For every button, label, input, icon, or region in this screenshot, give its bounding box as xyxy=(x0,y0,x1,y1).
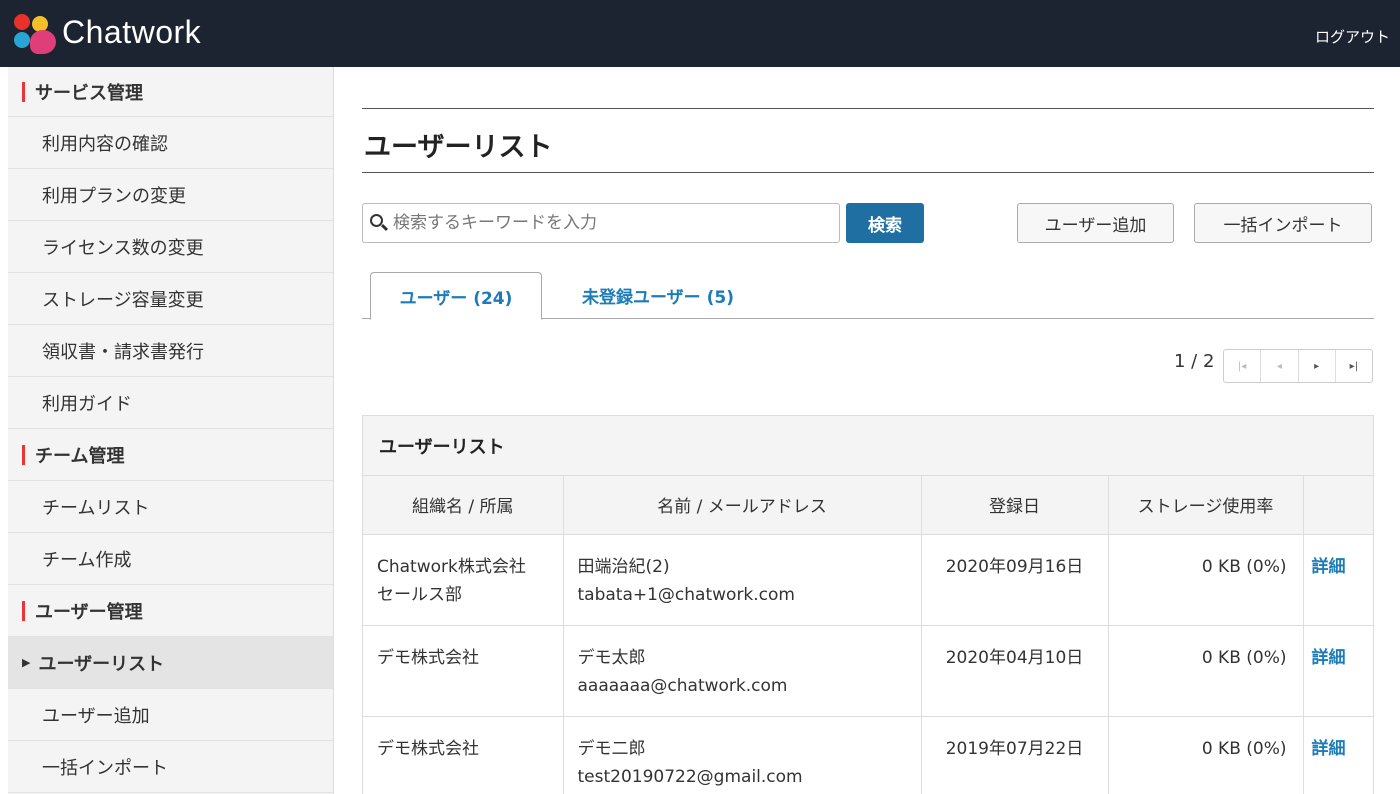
org-cell: デモ株式会社 xyxy=(363,625,564,717)
search-button[interactable]: 検索 xyxy=(846,203,924,243)
sidebar-section-title: サービス管理 xyxy=(35,82,143,104)
logout-link[interactable]: ログアウト xyxy=(1315,26,1390,47)
sidebar-item-license-change[interactable]: ライセンス数の変更 xyxy=(8,221,333,273)
caret-right-icon: ▶ xyxy=(22,656,31,669)
first-page-icon[interactable]: |◂ xyxy=(1224,350,1262,382)
column-header: 組織名 / 所属 xyxy=(363,476,564,535)
divider xyxy=(362,108,1374,109)
search-input[interactable] xyxy=(393,213,833,233)
column-header: 登録日 xyxy=(921,476,1109,535)
user-name: デモ太郎 xyxy=(577,647,646,668)
user-name: 田端治紀(2) xyxy=(577,556,670,577)
date-cell: 2020年09月16日 xyxy=(921,534,1109,626)
search-icon xyxy=(369,213,389,233)
sidebar-item-guide[interactable]: 利用ガイド xyxy=(8,377,333,429)
org-name: デモ株式会社 xyxy=(377,738,479,759)
section-mark xyxy=(22,444,25,465)
storage-cell: 0 KB (0%) xyxy=(1108,534,1304,626)
detail-cell: 詳細 xyxy=(1303,534,1373,626)
column-header: 名前 / メールアドレス xyxy=(563,476,922,535)
name-cell: デモ太郎 aaaaaaa@chatwork.com xyxy=(563,625,922,717)
sidebar-item-invoice[interactable]: 領収書・請求書発行 xyxy=(8,325,333,377)
column-header xyxy=(1303,476,1373,535)
last-page-icon[interactable]: ▸| xyxy=(1336,350,1372,382)
detail-link[interactable]: 詳細 xyxy=(1312,739,1346,759)
date-cell: 2020年04月10日 xyxy=(921,625,1109,717)
top-bar: Chatwork ログアウト xyxy=(0,0,1400,67)
sidebar-item-storage-change[interactable]: ストレージ容量変更 xyxy=(8,273,333,325)
page-title: ユーザーリスト xyxy=(364,132,553,163)
sidebar-item-label: ユーザーリスト xyxy=(38,653,165,675)
user-email: tabata+1@chatwork.com xyxy=(577,584,796,605)
org-dept: セールス部 xyxy=(377,584,462,605)
name-cell: デモ二郎 test20190722@gmail.com xyxy=(563,716,922,794)
column-header: ストレージ使用率 xyxy=(1108,476,1304,535)
chatwork-logo-icon[interactable] xyxy=(12,14,60,56)
user-list-panel: ユーザーリスト 組織名 / 所属 名前 / メールアドレス 登録日 ストレージ使… xyxy=(362,415,1374,794)
storage-cell: 0 KB (0%) xyxy=(1108,716,1304,794)
next-page-icon[interactable]: ▸ xyxy=(1299,350,1336,382)
sidebar-section-title: チーム管理 xyxy=(35,445,125,467)
add-user-button[interactable]: ユーザー追加 xyxy=(1017,203,1174,243)
date-cell: 2019年07月22日 xyxy=(921,716,1109,794)
org-name: デモ株式会社 xyxy=(377,647,479,668)
org-cell: Chatwork株式会社 セールス部 xyxy=(363,534,564,626)
user-table: 組織名 / 所属 名前 / メールアドレス 登録日 ストレージ使用率 Chatw… xyxy=(363,476,1373,794)
user-email: test20190722@gmail.com xyxy=(577,766,803,787)
org-cell: デモ株式会社 xyxy=(363,716,564,794)
pagination: |◂ ◂ ▸ ▸| xyxy=(1223,349,1373,383)
name-cell: 田端治紀(2) tabata+1@chatwork.com xyxy=(563,534,922,626)
sidebar-section-user: ユーザー管理 xyxy=(8,585,333,637)
sidebar-section-team: チーム管理 xyxy=(8,429,333,481)
table-row: デモ株式会社 デモ二郎 test20190722@gmail.com 2019年… xyxy=(363,716,1373,794)
sidebar-section-service: サービス管理 xyxy=(8,67,333,117)
sidebar-item-plan-change[interactable]: 利用プランの変更 xyxy=(8,169,333,221)
page-indicator: 1 / 2 xyxy=(1174,351,1215,372)
table-row: Chatwork株式会社 セールス部 田端治紀(2) tabata+1@chat… xyxy=(363,534,1373,626)
user-email: aaaaaaa@chatwork.com xyxy=(577,675,788,696)
search-box[interactable] xyxy=(362,203,840,243)
prev-page-icon[interactable]: ◂ xyxy=(1261,350,1299,382)
sidebar-item-user-list[interactable]: ▶ ユーザーリスト xyxy=(8,637,333,689)
sidebar-section-title: ユーザー管理 xyxy=(35,601,143,623)
sidebar: サービス管理 利用内容の確認 利用プランの変更 ライセンス数の変更 ストレージ容… xyxy=(8,67,334,794)
sidebar-item-team-list[interactable]: チームリスト xyxy=(8,481,333,533)
section-mark xyxy=(22,81,25,102)
tab-users[interactable]: ユーザー (24) xyxy=(370,272,542,320)
detail-cell: 詳細 xyxy=(1303,716,1373,794)
sidebar-item-team-create[interactable]: チーム作成 xyxy=(8,533,333,585)
detail-link[interactable]: 詳細 xyxy=(1312,557,1346,577)
panel-title: ユーザーリスト xyxy=(363,416,1373,476)
section-mark xyxy=(22,600,25,621)
brand-name[interactable]: Chatwork xyxy=(62,14,201,51)
table-row: デモ株式会社 デモ太郎 aaaaaaa@chatwork.com 2020年04… xyxy=(363,625,1373,717)
sidebar-item-bulk-import[interactable]: 一括インポート xyxy=(8,741,333,793)
org-name: Chatwork株式会社 xyxy=(377,556,526,577)
detail-link[interactable]: 詳細 xyxy=(1312,648,1346,668)
bulk-import-button[interactable]: 一括インポート xyxy=(1194,203,1372,243)
sidebar-item-usage[interactable]: 利用内容の確認 xyxy=(8,117,333,169)
sidebar-item-user-add[interactable]: ユーザー追加 xyxy=(8,689,333,741)
storage-cell: 0 KB (0%) xyxy=(1108,625,1304,717)
user-name: デモ二郎 xyxy=(577,738,646,759)
tab-unregistered-users[interactable]: 未登録ユーザー (5) xyxy=(558,272,758,319)
divider xyxy=(362,172,1374,173)
detail-cell: 詳細 xyxy=(1303,625,1373,717)
tab-bar: ユーザー (24) 未登録ユーザー (5) xyxy=(362,272,1374,320)
